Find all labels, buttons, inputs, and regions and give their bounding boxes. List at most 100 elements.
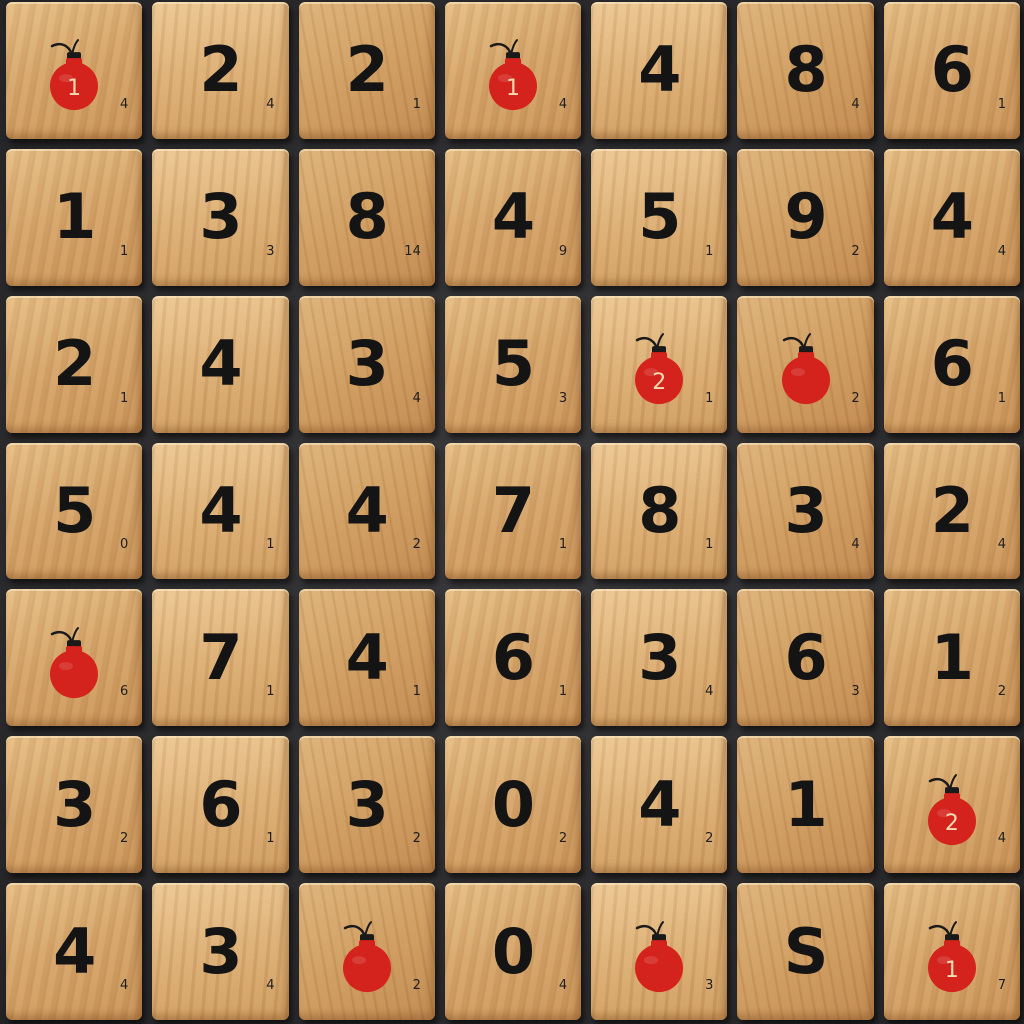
number-tile[interactable]: 33 (152, 148, 289, 286)
tile-subscript: 1 (412, 684, 421, 700)
number-tile[interactable]: 42 (298, 442, 435, 580)
number-tile[interactable]: 11 (6, 148, 143, 286)
number-tile[interactable]: 71 (152, 589, 289, 727)
number-tile[interactable]: 49 (444, 148, 582, 286)
number-tile[interactable]: 02 (444, 736, 582, 874)
tile-subscript: 2 (851, 390, 860, 406)
number-tile[interactable]: 34 (737, 442, 874, 580)
number-tile[interactable]: 44 (6, 883, 143, 1020)
bomb-icon: 2 (627, 328, 691, 406)
number-tile[interactable]: 21 (298, 2, 435, 139)
bomb-number: 1 (67, 76, 82, 102)
number-tile[interactable]: 34 (298, 295, 435, 433)
tile-subscript: 6 (120, 684, 129, 700)
number-tile[interactable]: 34 (591, 589, 728, 727)
tile-number: 2 (930, 473, 974, 547)
tile-number: 8 (784, 33, 827, 107)
number-tile[interactable]: 61 (152, 736, 289, 874)
tile-subscript: 2 (412, 978, 421, 993)
tile-subscript: 1 (558, 537, 568, 553)
number-tile[interactable]: 4 (152, 295, 289, 433)
number-tile[interactable]: 8 14 (298, 148, 435, 286)
tile-subscript: 7 (997, 978, 1006, 993)
tile-number: S (783, 914, 829, 988)
number-tile[interactable]: 34 (152, 883, 289, 1020)
tile-subscript: 9 (558, 243, 568, 259)
number-tile[interactable]: 41 (298, 589, 435, 727)
tile-subscript: 1 (558, 684, 568, 700)
number-tile[interactable]: 41 (152, 442, 289, 580)
number-tile[interactable]: 51 (591, 148, 728, 286)
number-tile[interactable]: 53 (444, 295, 582, 433)
number-tile[interactable]: 24 (152, 2, 289, 139)
number-tile[interactable]: S (737, 883, 874, 1020)
bomb-icon (627, 916, 691, 994)
bomb-icon (335, 916, 399, 994)
tile-number: 2 (199, 33, 242, 107)
number-tile[interactable]: 61 (883, 295, 1020, 433)
tile-subscript: 4 (412, 390, 421, 406)
tile-subscript: 2 (851, 243, 860, 259)
number-tile[interactable]: 81 (591, 442, 728, 580)
tile-number: 4 (638, 33, 681, 107)
number-tile[interactable]: 84 (737, 2, 874, 139)
tile-number: 9 (784, 180, 827, 254)
tile-number: 5 (638, 180, 681, 254)
bomb-tile[interactable]: 17 (883, 883, 1020, 1020)
number-tile[interactable]: 04 (444, 883, 582, 1020)
tile-number: 6 (930, 33, 974, 107)
bomb-tile[interactable]: 3 (591, 883, 728, 1020)
tile-subscript: 2 (997, 684, 1006, 700)
number-tile[interactable]: 61 (883, 2, 1020, 139)
bomb-tile[interactable]: 14 (444, 2, 582, 139)
tile-subscript: 4 (120, 96, 129, 112)
number-tile[interactable]: 4 (591, 2, 728, 139)
bomb-tile[interactable]: 6 (6, 589, 143, 727)
tile-subscript: 1 (266, 537, 275, 553)
tile-number: 5 (491, 327, 535, 401)
number-tile[interactable]: 1 (737, 736, 874, 874)
bomb-tile[interactable]: 24 (883, 736, 1020, 874)
number-tile[interactable]: 50 (6, 442, 143, 580)
bomb-tile[interactable]: 2 (737, 295, 874, 433)
tile-number: 3 (199, 914, 242, 988)
number-tile[interactable]: 12 (883, 589, 1020, 727)
bomb-tile[interactable]: 14 (6, 2, 143, 139)
bomb-tile[interactable]: 21 (591, 295, 728, 433)
tile-number: 6 (199, 767, 242, 841)
tile-number: 8 (638, 473, 681, 547)
number-tile[interactable]: 92 (737, 148, 874, 286)
number-tile[interactable]: 21 (6, 295, 143, 433)
tile-subscript: 3 (558, 390, 568, 406)
tile-number: 1 (53, 180, 96, 254)
tile-number: 4 (491, 180, 535, 254)
bomb-number: 2 (652, 370, 667, 396)
tile-number: 7 (491, 473, 535, 547)
number-tile[interactable]: 32 (298, 736, 435, 874)
number-tile[interactable]: 42 (591, 736, 728, 874)
number-tile[interactable]: 32 (6, 736, 143, 874)
number-tile[interactable]: 71 (444, 442, 582, 580)
number-tile[interactable]: 63 (737, 589, 874, 727)
number-tile[interactable]: 24 (883, 442, 1020, 580)
bomb-tile[interactable]: 2 (298, 883, 435, 1020)
tile-number: 3 (345, 767, 389, 841)
tile-subscript: 2 (120, 831, 129, 847)
tile-subscript: 3 (266, 243, 275, 259)
tile-subscript: 1 (266, 684, 275, 700)
number-tile[interactable]: 44 (883, 148, 1020, 286)
tile-number: 6 (784, 620, 827, 694)
tile-number: 4 (199, 327, 242, 401)
tile-subscript: 3 (705, 978, 714, 993)
tile-subscript: 4 (266, 978, 275, 993)
tile-number: 3 (638, 620, 681, 694)
tile-number: 3 (199, 180, 242, 254)
number-tile[interactable]: 61 (444, 589, 582, 727)
game-board: 1 4 2 4 2 1 1 4 4 8 4 6 1 1 1 3 3 8 14 4 9 5 1 9 2 4 4 2 1 4 3 4 5 3 2 1 2 6 1… (0, 0, 1024, 1024)
tile-subscript: 2 (412, 537, 421, 553)
tile-number: 5 (53, 473, 96, 547)
tile-subscript: 4 (997, 243, 1006, 259)
tile-number: 0 (491, 914, 535, 988)
tile-number: 8 (345, 180, 389, 254)
tile-subscript: 4 (997, 831, 1006, 847)
